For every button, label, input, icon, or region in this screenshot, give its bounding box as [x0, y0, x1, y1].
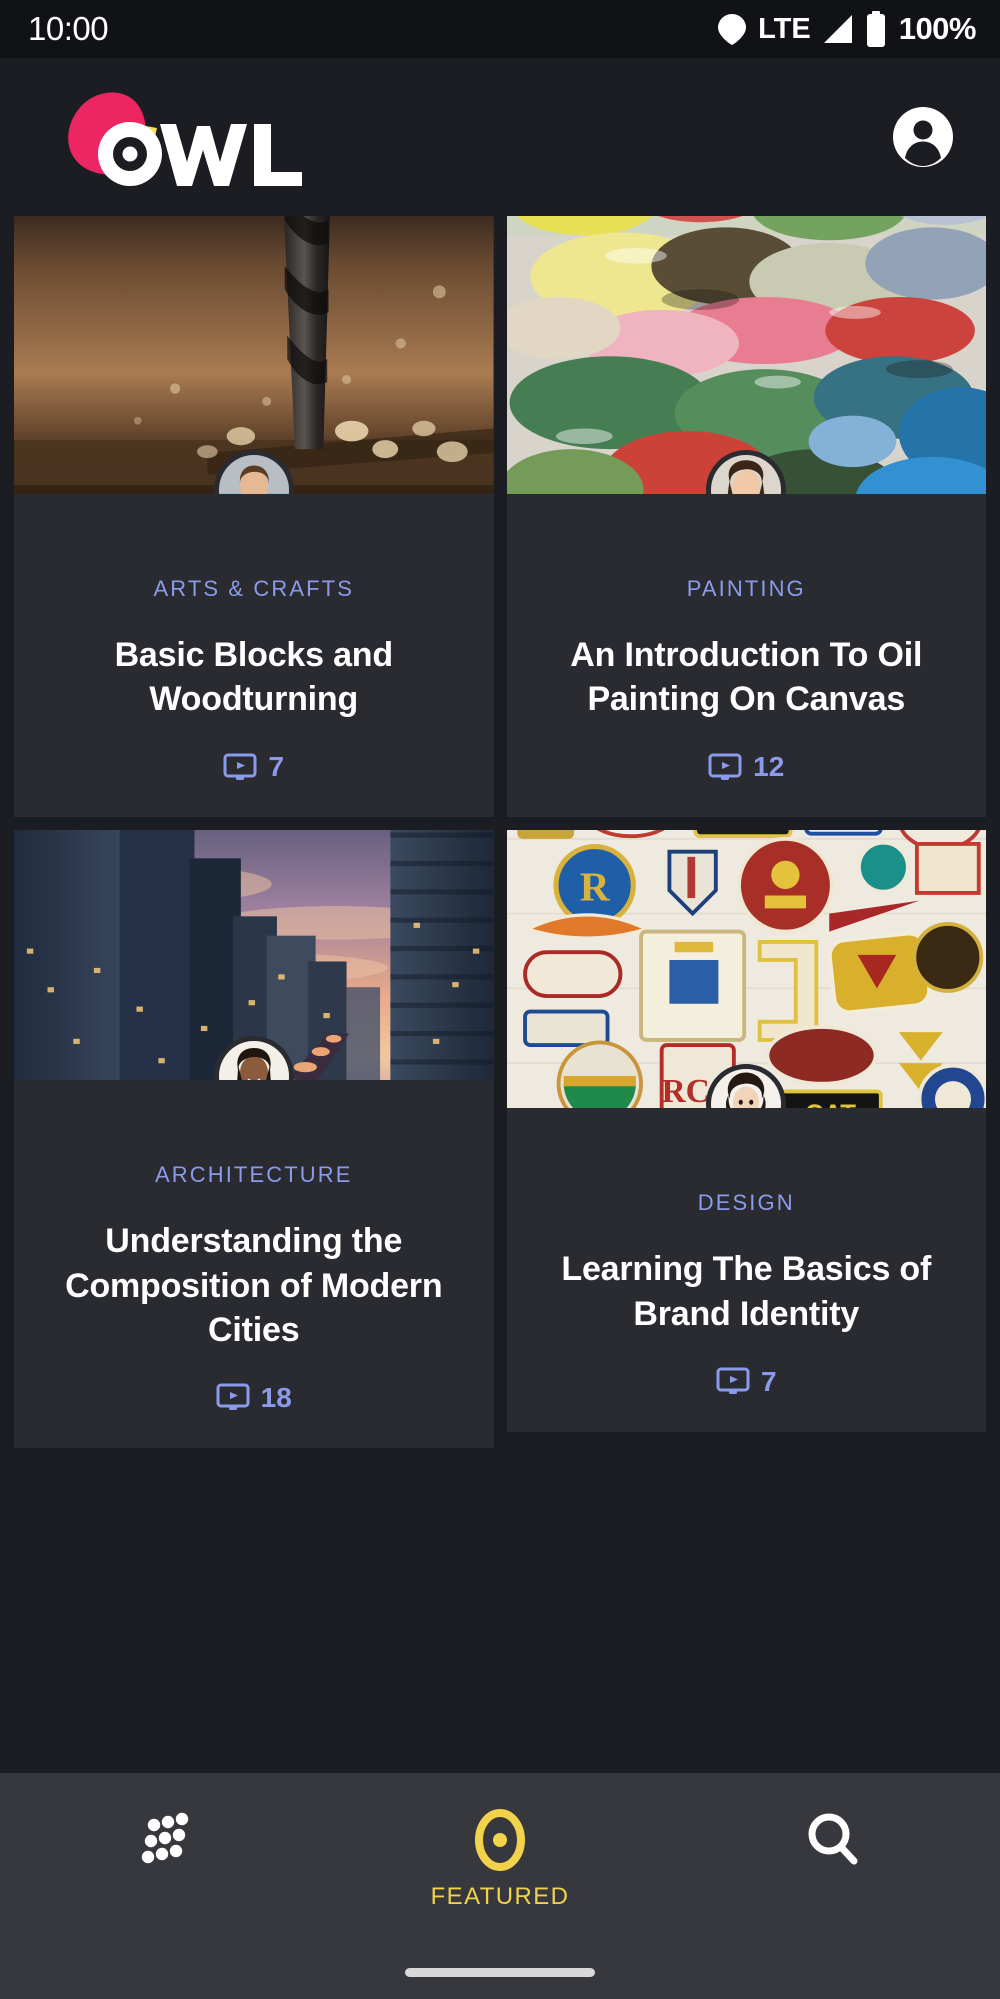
status-bar: 10:00 LTE 100%	[0, 0, 1000, 58]
nav-item-search[interactable]	[667, 1809, 1000, 1883]
card-title[interactable]: Understanding the Composition of Modern …	[38, 1219, 470, 1352]
video-monitor-icon	[223, 753, 257, 782]
course-card[interactable]: ARCHITECTURE Understanding the Compositi…	[14, 830, 494, 1448]
nav-item-browse[interactable]	[0, 1809, 333, 1883]
card-body: PAINTING An Introduction To Oil Painting…	[507, 494, 987, 817]
lesson-count-value: 12	[753, 751, 784, 783]
nav-item-featured[interactable]: FEATURED	[333, 1809, 666, 1911]
nav-label-featured: FEATURED	[431, 1883, 570, 1911]
battery-percent-label: 100%	[899, 11, 976, 47]
course-feed[interactable]: ARTS & CRAFTS Basic Blocks and Woodturni…	[0, 216, 1000, 1773]
owl-eye-icon	[473, 1809, 527, 1871]
card-category[interactable]: DESIGN	[531, 1190, 963, 1216]
card-category[interactable]: PAINTING	[531, 576, 963, 602]
card-title[interactable]: Basic Blocks and Woodturning	[38, 633, 470, 721]
account-circle-icon	[892, 106, 954, 168]
card-title[interactable]: Learning The Basics of Brand Identity	[531, 1247, 963, 1335]
app-screen: 10:00 LTE 100%	[0, 0, 1000, 1999]
location-icon	[717, 12, 747, 46]
card-image	[14, 830, 494, 1080]
profile-button[interactable]	[892, 106, 954, 168]
course-card[interactable]: ARTS & CRAFTS Basic Blocks and Woodturni…	[14, 216, 494, 817]
signal-icon	[822, 13, 854, 45]
video-monitor-icon	[216, 1383, 250, 1412]
status-indicators: LTE 100%	[717, 11, 976, 47]
video-monitor-icon	[716, 1367, 750, 1396]
lesson-count-value: 7	[268, 751, 284, 783]
lesson-count-value: 7	[761, 1366, 777, 1398]
card-lesson-count: 7	[38, 751, 470, 783]
card-image	[507, 216, 987, 494]
card-body: ARTS & CRAFTS Basic Blocks and Woodturni…	[14, 494, 494, 817]
network-type-label: LTE	[758, 13, 811, 46]
feed-column-right: PAINTING An Introduction To Oil Painting…	[507, 216, 987, 1432]
battery-icon	[865, 11, 887, 47]
card-title[interactable]: An Introduction To Oil Painting On Canva…	[531, 633, 963, 721]
lesson-count-value: 18	[261, 1382, 292, 1414]
video-monitor-icon	[708, 753, 742, 782]
avatar-photo	[711, 455, 781, 494]
course-card[interactable]: PAINTING An Introduction To Oil Painting…	[507, 216, 987, 817]
home-indicator[interactable]	[405, 1968, 595, 1977]
card-category[interactable]: ARTS & CRAFTS	[38, 576, 470, 602]
owl-logo[interactable]	[40, 82, 310, 192]
status-time: 10:00	[28, 10, 108, 48]
card-lesson-count: 7	[531, 1366, 963, 1398]
course-card[interactable]: R	[507, 830, 987, 1431]
dots-grid-icon	[136, 1809, 198, 1871]
svg-text:R: R	[579, 864, 610, 910]
app-bar	[0, 58, 1000, 216]
card-image: R	[507, 830, 987, 1108]
card-image	[14, 216, 494, 494]
card-category[interactable]: ARCHITECTURE	[38, 1162, 470, 1188]
avatar-photo	[711, 1069, 781, 1108]
avatar-photo	[219, 455, 289, 494]
card-lesson-count: 18	[38, 1382, 470, 1414]
svg-text:CAT: CAT	[805, 1101, 856, 1109]
bottom-navigation: FEATURED	[0, 1773, 1000, 1999]
card-body: DESIGN Learning The Basics of Brand Iden…	[507, 1108, 987, 1431]
card-body: ARCHITECTURE Understanding the Compositi…	[14, 1080, 494, 1448]
search-icon	[802, 1809, 864, 1871]
feed-column-left: ARTS & CRAFTS Basic Blocks and Woodturni…	[14, 216, 494, 1448]
card-lesson-count: 12	[531, 751, 963, 783]
avatar-photo	[219, 1041, 289, 1080]
